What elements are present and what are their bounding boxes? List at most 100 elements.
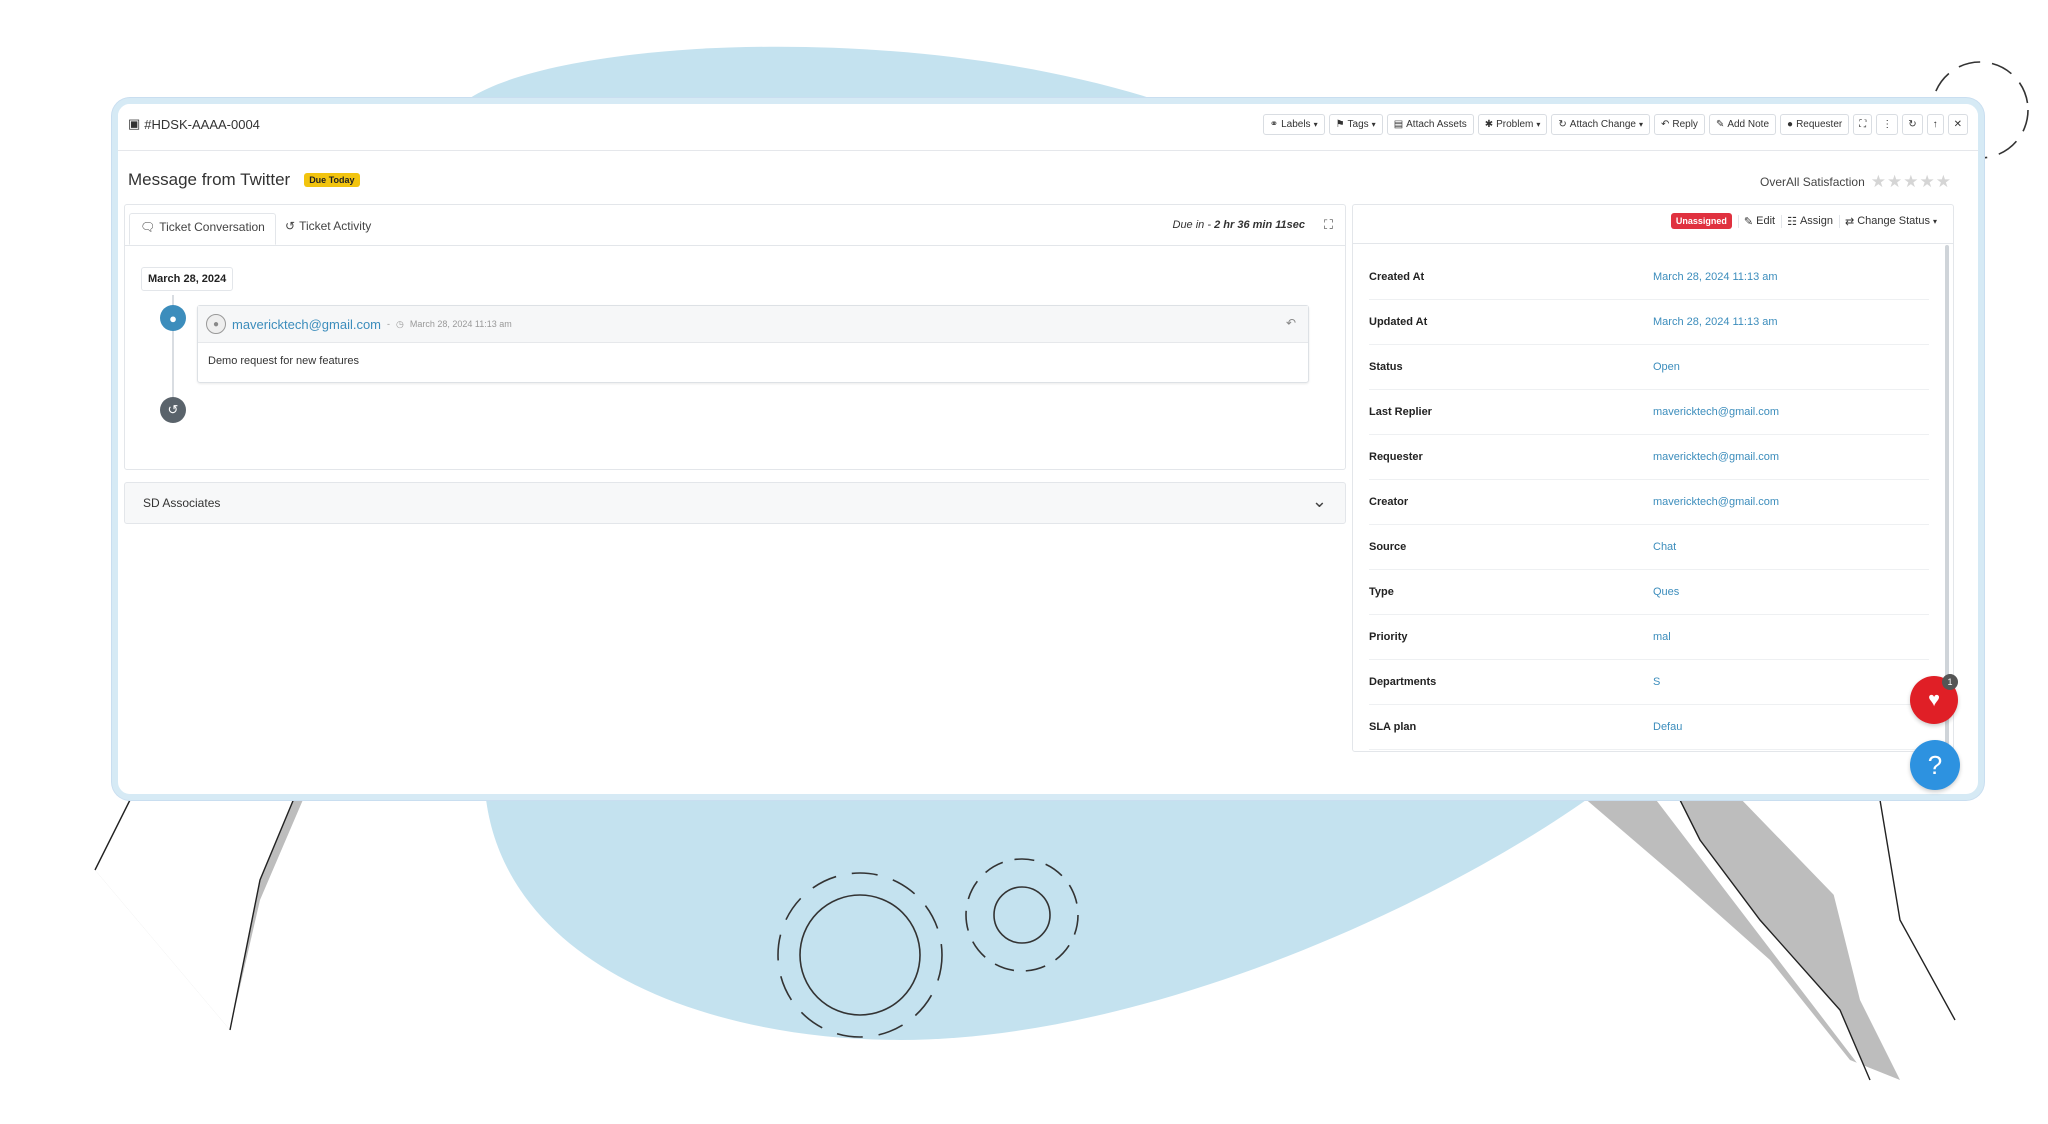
heart-pulse-icon: ♥ xyxy=(1928,688,1940,711)
assign-label: Assign xyxy=(1799,215,1833,227)
star-rating[interactable]: ★★★★★ xyxy=(1871,172,1952,192)
conversation-tabs: 🗨 Ticket Conversation ↺ Ticket Activity … xyxy=(125,205,1345,246)
fullscreen-icon: ⛶ xyxy=(1859,119,1867,130)
edit-icon: ✎ xyxy=(1743,215,1754,228)
assign-button[interactable]: ☷ Assign xyxy=(1781,214,1833,228)
tags-button[interactable]: ⚑ Tags ▾ xyxy=(1328,114,1383,135)
ticket-icon: ▣ xyxy=(128,116,141,131)
refresh-icon: ↻ xyxy=(1908,119,1917,130)
row-label: SLA plan xyxy=(1369,721,1417,733)
tab-ticket-conversation[interactable]: 🗨 Ticket Conversation xyxy=(129,213,276,245)
close-button[interactable]: ✕ xyxy=(1947,114,1968,135)
row-label: Status xyxy=(1369,361,1403,373)
row-label: Requester xyxy=(1369,451,1423,463)
star-icon[interactable]: ★ xyxy=(1871,172,1887,191)
ticket-window: ▣ #HDSK-AAAA-0004 ⚭ Labels ▾ ⚑ Tags ▾ ▤ Attac… xyxy=(112,98,1984,800)
message-body: Demo request for new features xyxy=(208,355,360,367)
row-value[interactable]: mavericktech@gmail.com xyxy=(1653,451,1779,463)
page-title: Message from Twitter xyxy=(128,170,291,189)
title-row: Message from Twitter Due Today xyxy=(128,170,360,190)
more-options-button[interactable]: ⋮ xyxy=(1876,114,1899,135)
table-row: Source Chat xyxy=(1369,525,1929,570)
status-badge: Unassigned xyxy=(1670,213,1732,229)
reply-icon: ↶ xyxy=(1660,119,1670,130)
due-in-value: 2 hr 36 min 11sec xyxy=(1214,219,1305,231)
satisfaction-rating: OverAll Satisfaction ★★★★★ xyxy=(1760,172,1952,192)
message-timestamp: March 28, 2024 11:13 am xyxy=(409,319,512,329)
message-separator: - xyxy=(387,319,391,329)
attach-assets-button[interactable]: ▤ Attach Assets xyxy=(1386,114,1474,135)
tags-label: Tags xyxy=(1347,119,1369,130)
star-icon[interactable]: ★ xyxy=(1887,172,1903,191)
bottom-blob xyxy=(485,790,1600,1040)
requester-label: Requester xyxy=(1796,119,1843,130)
conversation-date: March 28, 2024 xyxy=(141,267,234,291)
table-row: Last Replier mavericktech@gmail.com xyxy=(1369,390,1929,435)
ticket-toolbar: ⚭ Labels ▾ ⚑ Tags ▾ ▤ Attach Assets ✱ Problem ▾… xyxy=(1262,114,1968,135)
attach-change-label: Attach Change xyxy=(1569,119,1636,130)
history-icon: ↺ xyxy=(285,219,296,233)
comment-icon: ● xyxy=(160,305,186,331)
tab-ticket-activity[interactable]: ↺ Ticket Activity xyxy=(275,213,381,243)
row-label: Updated At xyxy=(1369,316,1428,328)
row-value: March 28, 2024 11:13 am xyxy=(1653,271,1778,283)
chevron-down-icon[interactable]: ⌄ xyxy=(1312,491,1327,512)
expand-icon[interactable]: ⛶ xyxy=(1324,217,1333,233)
details-header: Unassigned ✎ Edit ☷ Assign ⇄ Change Status ▾ xyxy=(1353,205,1953,244)
reply-icon[interactable]: ↶ xyxy=(1286,316,1296,330)
refresh-button[interactable]: ↻ xyxy=(1902,114,1923,135)
attach-assets-label: Attach Assets xyxy=(1406,119,1467,130)
satisfaction-label: OverAll Satisfaction xyxy=(1760,175,1865,189)
row-value: mal xyxy=(1653,631,1671,643)
sd-associates-panel[interactable]: SD Associates ⌄ xyxy=(124,482,1346,524)
caret-down-icon: ▾ xyxy=(1371,120,1376,129)
arrow-up-icon: ↑ xyxy=(1932,119,1938,130)
reply-label: Reply xyxy=(1672,119,1698,130)
row-value[interactable]: mavericktech@gmail.com xyxy=(1653,496,1779,508)
fullscreen-button[interactable]: ⛶ xyxy=(1853,114,1873,135)
scroll-up-button[interactable]: ↑ xyxy=(1926,114,1944,135)
star-icon[interactable]: ★ xyxy=(1936,172,1952,191)
row-value[interactable]: mavericktech@gmail.com xyxy=(1653,406,1779,418)
due-badge: Due Today xyxy=(304,173,360,187)
row-value: Defau xyxy=(1653,721,1683,733)
labels-button[interactable]: ⚭ Labels ▾ xyxy=(1262,114,1325,135)
star-icon[interactable]: ★ xyxy=(1903,172,1919,191)
edit-label: Edit xyxy=(1756,215,1776,227)
row-value: March 28, 2024 11:13 am xyxy=(1653,316,1778,328)
star-icon[interactable]: ★ xyxy=(1920,172,1936,191)
row-label: Priority xyxy=(1369,631,1408,643)
edit-button[interactable]: ✎ Edit xyxy=(1737,214,1776,228)
requester-button[interactable]: ● Requester xyxy=(1780,114,1850,135)
ticket-id: ▣ #HDSK-AAAA-0004 xyxy=(128,116,260,132)
due-in-prefix: Due in - xyxy=(1172,219,1212,231)
reply-button[interactable]: ↶ Reply xyxy=(1653,114,1705,135)
problem-button[interactable]: ✱ Problem ▾ xyxy=(1477,114,1548,135)
assign-icon: ☷ xyxy=(1787,215,1797,228)
row-label: Last Replier xyxy=(1369,406,1432,418)
row-label: Creator xyxy=(1369,496,1409,508)
comments-icon: 🗨 xyxy=(140,220,156,234)
row-value: Chat xyxy=(1653,541,1677,553)
help-button[interactable]: ? xyxy=(1910,740,1960,790)
table-row: Created At March 28, 2024 11:13 am xyxy=(1369,255,1929,300)
scrollbar[interactable] xyxy=(1945,245,1949,745)
row-label: Departments xyxy=(1369,676,1437,688)
close-icon: ✕ xyxy=(1953,119,1962,130)
message-sender[interactable]: mavericktech@gmail.com xyxy=(232,317,381,332)
caret-down-icon: ▾ xyxy=(1536,120,1541,129)
history-icon: ↺ xyxy=(160,397,186,423)
row-value: Open xyxy=(1653,361,1680,373)
bug-icon: ✱ xyxy=(1484,119,1494,130)
labels-icon: ⚭ xyxy=(1269,119,1279,130)
change-status-label: Change Status xyxy=(1857,215,1930,227)
caret-down-icon: ▾ xyxy=(1932,216,1937,226)
tag-icon: ⚑ xyxy=(1335,119,1345,130)
avatar: ● xyxy=(206,314,226,334)
due-in-timer: Due in - 2 hr 36 min 11sec xyxy=(1173,219,1306,231)
attach-change-button[interactable]: ↻ Attach Change ▾ xyxy=(1551,114,1650,135)
add-note-button[interactable]: ✎ Add Note xyxy=(1708,114,1777,135)
refresh-icon: ↻ xyxy=(1558,119,1567,130)
tab-label: Ticket Activity xyxy=(299,219,372,233)
change-status-button[interactable]: ⇄ Change Status ▾ xyxy=(1838,214,1937,228)
